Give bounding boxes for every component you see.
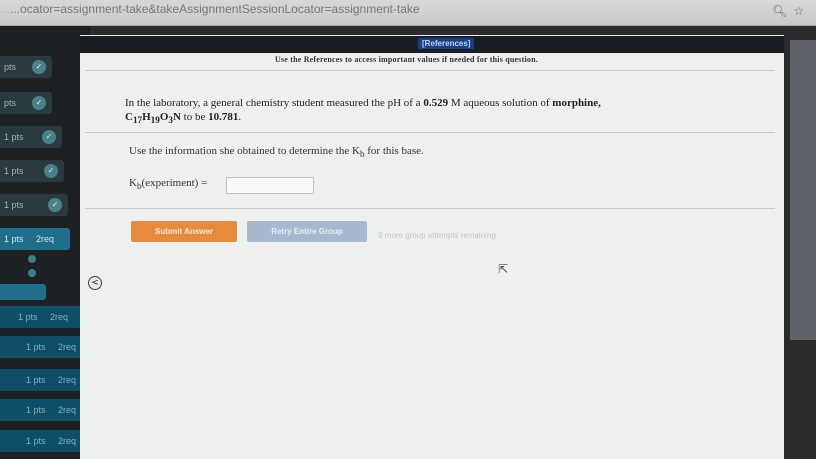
check-icon: ✓	[32, 96, 46, 110]
sidebar-item-label: pts	[4, 62, 17, 72]
sidebar-item-tag: 2req	[58, 436, 77, 446]
sidebar-item-label: pts	[4, 98, 17, 108]
question-text-part: .	[238, 111, 242, 123]
question-sidebar: pts ✓ pts ✓ 1 pts ✓ 1 pts ✓ 1 pts ✓ 1 pt…	[0, 26, 90, 459]
url-prefix: ...	[0, 2, 11, 16]
divider	[85, 208, 775, 209]
concentration-value: 0.529	[423, 97, 449, 109]
search-icon[interactable]: 🔍︎	[772, 4, 787, 18]
question-text-part: M aqueous solution of	[448, 97, 553, 109]
browser-url-bar[interactable]: ......ocator=assignment-take&takeAssignm…	[0, 0, 816, 26]
sidebar-item-label: 1 pts	[26, 375, 46, 385]
sidebar-item-1[interactable]: pts ✓	[0, 56, 52, 78]
question-text-part: In the laboratory, a general chemistry s…	[125, 97, 424, 109]
divider	[85, 70, 775, 71]
question-text-part: ,	[598, 97, 601, 109]
sidebar-item-label: 1 pts	[4, 200, 24, 210]
sidebar-item-10[interactable]: 1 pts 2req	[0, 399, 86, 421]
question-text-part: to be	[180, 111, 209, 123]
sidebar-item-label: 1 pts	[4, 132, 24, 142]
check-icon: ✓	[48, 198, 62, 212]
references-tab[interactable]: [References]	[418, 38, 475, 49]
question-text: In the laboratory, a general chemistry s…	[125, 96, 725, 127]
sidebar-item-11[interactable]: 1 pts 2req	[0, 430, 86, 452]
sidebar-item-tag: 2req	[36, 234, 55, 244]
chevron-left-icon[interactable]: <	[88, 276, 102, 290]
sidebar-item-5[interactable]: 1 pts ✓	[0, 194, 68, 216]
check-icon: ✓	[42, 130, 56, 144]
sidebar-item-label: 1 pts	[26, 342, 46, 352]
sidebar-item-6[interactable]: 1 pts 2req	[0, 228, 70, 250]
sidebar-item-9[interactable]: 1 pts 2req	[0, 369, 86, 391]
url-value: ...ocator=assignment-take&takeAssignment…	[10, 2, 420, 16]
sidebar-item-4[interactable]: 1 pts ✓	[0, 160, 64, 182]
sidebar-item-label: 1 pts	[26, 436, 46, 446]
browser-icons: 🔍︎ ☆	[766, 4, 804, 18]
sidebar-item-tag: 2req	[58, 405, 77, 415]
scrollbar[interactable]	[790, 40, 816, 340]
sidebar-item-current[interactable]	[0, 284, 46, 300]
sidebar-item-label: 1 pts	[26, 405, 46, 415]
url-text[interactable]: ......ocator=assignment-take&takeAssignm…	[0, 2, 700, 16]
kb-answer-input[interactable]	[226, 177, 314, 194]
sidebar-item-label: 1 pts	[4, 166, 24, 176]
check-icon: ✓	[32, 60, 46, 74]
sidebar-item-tag: 2req	[58, 342, 77, 352]
status-dot-icon	[28, 269, 36, 277]
ph-value: 10.781	[208, 111, 239, 123]
sidebar-item-8[interactable]: 1 pts 2req	[0, 336, 86, 358]
submit-answer-button[interactable]: Submit Answer	[131, 221, 237, 242]
sidebar-item-3[interactable]: 1 pts ✓	[0, 126, 62, 148]
sidebar-item-label: 1 pts	[4, 234, 24, 244]
sidebar-item-label: 1 pts	[18, 312, 38, 322]
divider	[85, 132, 775, 133]
sidebar-item-7[interactable]: 1 pts 2req	[0, 306, 86, 328]
sidebar-item-tag: 2req	[50, 312, 69, 322]
compound-name: morphine	[552, 97, 599, 109]
check-icon: ✓	[44, 164, 58, 178]
chemical-formula: C17H19O3N	[125, 111, 181, 126]
status-dot-icon	[28, 255, 36, 263]
star-icon[interactable]: ☆	[793, 4, 804, 18]
mouse-cursor-icon: ⇱	[498, 262, 509, 276]
instruction-text: Use the information she obtained to dete…	[129, 145, 424, 160]
attempts-remaining: 9 more group attempts remaining	[378, 231, 496, 240]
references-note: Use the References to access important v…	[275, 55, 538, 64]
sidebar-item-tag: 2req	[58, 375, 77, 385]
sidebar-item-2[interactable]: pts ✓	[0, 92, 52, 114]
retry-group-button[interactable]: Retry Entire Group	[247, 221, 367, 242]
answer-label: Kb(experiment) =	[129, 177, 208, 192]
